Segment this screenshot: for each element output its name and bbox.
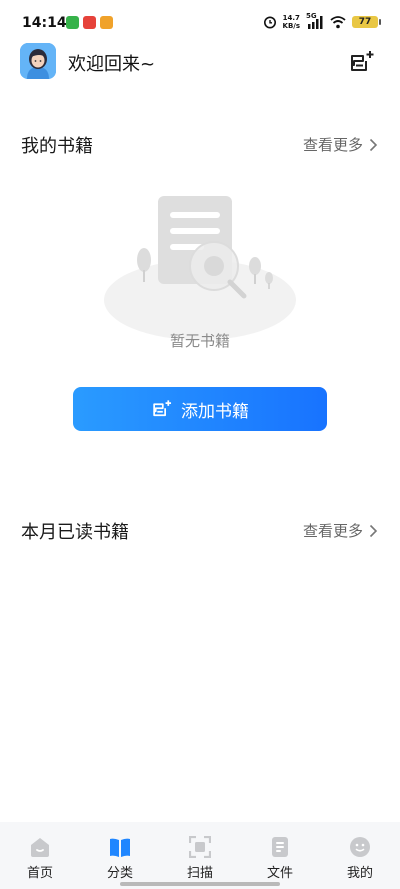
home-icon — [31, 838, 49, 857]
monthly-read-more-label: 查看更多 — [302, 522, 363, 540]
nav-label-scan: 扫描 — [186, 866, 213, 881]
bottom-nav: 首页 分类 扫描 文件 我的 — [0, 822, 400, 889]
monthly-read-more-link[interactable]: 查看更多 — [303, 520, 378, 541]
nav-item-category[interactable]: 分类 — [80, 822, 160, 889]
nav-label-category: 分类 — [106, 866, 133, 881]
alarm-icon — [263, 16, 276, 29]
monthly-read-title: 本月已读书籍 — [21, 522, 129, 543]
add-book-icon[interactable] — [348, 48, 376, 76]
nav-item-home[interactable]: 首页 — [0, 822, 80, 889]
nav-item-scan[interactable]: 扫描 — [160, 822, 240, 889]
avatar-image — [20, 43, 56, 79]
category-icon — [110, 838, 130, 857]
status-bar: 14:14 14.7 KB/s 5G 77 — [0, 0, 400, 40]
avatar[interactable] — [20, 43, 56, 79]
add-book-label: 添加书籍 — [181, 401, 249, 422]
my-books-more-label: 查看更多 — [302, 136, 363, 154]
add-book-button[interactable]: 添加书籍 — [73, 387, 327, 431]
welcome-text: 欢迎回来~ — [68, 54, 156, 75]
net-speed-value: 14.7 — [282, 14, 300, 22]
net-speed-unit: KB/s — [282, 22, 300, 30]
scan-icon — [189, 836, 211, 858]
signal-indicator: 5G — [306, 12, 324, 29]
nav-label-profile: 我的 — [346, 866, 373, 881]
chevron-right-icon — [369, 524, 378, 537]
net-speed: 14.7 KB/s — [283, 14, 300, 30]
status-time: 14:14 — [22, 15, 67, 31]
wifi-icon — [330, 16, 346, 29]
nav-item-profile[interactable]: 我的 — [320, 822, 400, 889]
status-indicators: 14.7 KB/s 5G 77 — [263, 12, 381, 30]
notification-icons — [66, 16, 113, 29]
home-indicator[interactable] — [120, 882, 280, 886]
chevron-right-icon — [369, 138, 378, 151]
add-book-icon — [153, 400, 172, 417]
profile-icon — [350, 837, 370, 857]
app-notification-icon — [100, 16, 113, 29]
header: 欢迎回来~ — [0, 40, 400, 84]
app-notification-icon — [83, 16, 96, 29]
nav-label-home: 首页 — [26, 866, 53, 881]
my-books-title: 我的书籍 — [21, 136, 93, 157]
empty-books-text: 暂无书籍 — [169, 332, 230, 350]
my-books-more-link[interactable]: 查看更多 — [303, 134, 378, 155]
battery-indicator: 77 — [352, 16, 381, 28]
empty-books-illustration — [104, 196, 296, 340]
signal-icon — [308, 16, 323, 29]
nav-item-file[interactable]: 文件 — [240, 822, 320, 889]
nav-label-file: 文件 — [266, 866, 293, 881]
app-notification-icon — [66, 16, 79, 29]
file-icon — [272, 837, 288, 857]
